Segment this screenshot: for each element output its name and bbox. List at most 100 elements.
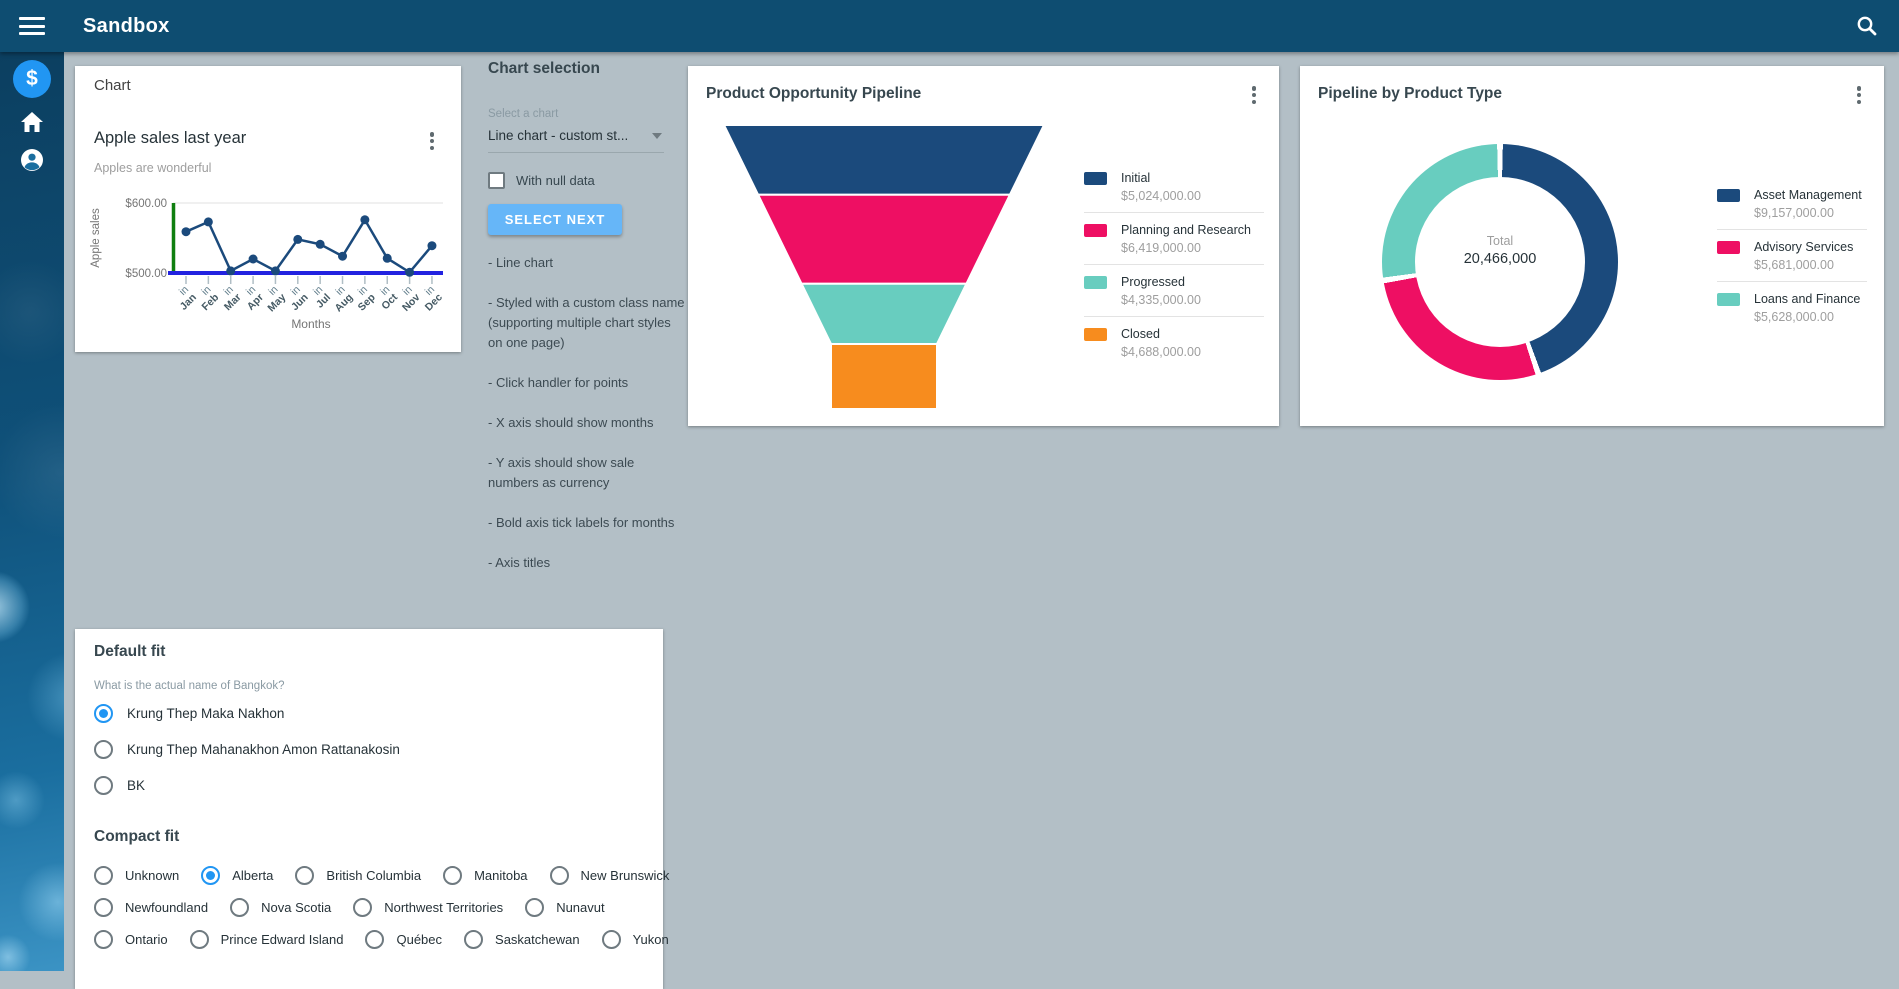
radio-option-manitoba[interactable]: Manitoba [443,866,527,885]
chart-note: - Click handler for points [488,373,686,393]
legend-swatch [1717,241,1740,254]
pipeline-funnel-chart[interactable] [688,66,1088,426]
with-null-data-option[interactable]: With null data [488,172,686,189]
radio-option-new-brunswick[interactable]: New Brunswick [550,866,670,885]
radio-button[interactable] [525,898,544,917]
sidebar-item-home[interactable] [0,111,64,133]
chart-note: - Y axis should show sale numbers as cur… [488,453,686,493]
radio-button[interactable] [602,930,621,949]
home-icon [20,111,44,133]
chart-note: - X axis should show months [488,413,686,433]
radio-option-quebec[interactable]: Québec [365,930,442,949]
default-fit-heading: Default fit [94,643,165,661]
legend-item-planning[interactable]: Planning and Research $6,419,000.00 [1084,212,1264,264]
appbar: Sandbox [0,0,1899,52]
radio-label: Northwest Territories [384,900,503,915]
compact-fit-heading: Compact fit [94,828,179,846]
legend-swatch [1717,189,1740,202]
radio-label: Québec [396,932,442,947]
radio-option-unknown[interactable]: Unknown [94,866,179,885]
funnel-chart-card: Product Opportunity Pipeline Initial $5,… [688,66,1279,426]
radio-button[interactable] [550,866,569,885]
select-chart-label: Select a chart [488,108,686,120]
pipeline-donut-chart[interactable]: Total 20,466,000 [1382,144,1618,380]
quiz-card: Default fit What is the actual name of B… [75,629,663,989]
radio-label: Unknown [125,868,179,883]
svg-text:inJul: inJul [306,284,333,311]
radio-label: Saskatchewan [495,932,580,947]
null-data-checkbox-label: With null data [516,173,595,188]
radio-option-yukon[interactable]: Yukon [602,930,669,949]
chart-select-dropdown[interactable]: Line chart - custom st... [488,127,664,153]
search-icon[interactable] [1855,14,1879,38]
radio-option-bk[interactable]: BK [94,776,145,795]
radio-option-saskatchewan[interactable]: Saskatchewan [464,930,580,949]
select-next-button[interactable]: SELECT NEXT [488,204,622,235]
legend-item-advisory-services[interactable]: Advisory Services $5,681,000.00 [1717,229,1867,281]
null-data-checkbox[interactable] [488,172,505,189]
sidebar-item-account[interactable] [0,148,64,172]
svg-text:$500.00: $500.00 [125,268,167,280]
radio-option-newfoundland[interactable]: Newfoundland [94,898,208,917]
chart-note: - Axis titles [488,553,686,573]
legend-label: Asset Management [1754,188,1862,202]
radio-option-prince-edward-island[interactable]: Prince Edward Island [190,930,344,949]
radio-option-ontario[interactable]: Ontario [94,930,168,949]
radio-option-northwest-territories[interactable]: Northwest Territories [353,898,503,917]
legend-item-progressed[interactable]: Progressed $4,335,000.00 [1084,264,1264,316]
radio-label: Krung Thep Mahanakhon Amon Rattanakosin [127,742,400,757]
kebab-menu-icon[interactable] [1850,84,1868,106]
radio-button[interactable] [353,898,372,917]
radio-label: British Columbia [326,868,421,883]
legend-swatch [1717,293,1740,306]
radio-option-krung-thep-mahanakhon[interactable]: Krung Thep Mahanakhon Amon Rattanakosin [94,740,400,759]
radio-label: Krung Thep Maka Nakhon [127,706,284,721]
legend-item-closed[interactable]: Closed $4,688,000.00 [1084,316,1264,368]
svg-text:Apple sales: Apple sales [90,208,102,268]
apple-sales-line-chart[interactable]: $600.00$500.00Apple salesinJaninFebinMar… [75,66,461,352]
donut-card-title: Pipeline by Product Type [1318,85,1502,103]
radio-label: Nunavut [556,900,604,915]
legend-label: Planning and Research [1121,223,1251,237]
kebab-menu-icon[interactable] [1245,84,1263,106]
radio-button[interactable] [94,866,113,885]
line-chart-card: Chart Apple sales last year Apples are w… [75,66,461,352]
chart-notes: - Line chart - Styled with a custom clas… [488,253,686,573]
legend-item-initial[interactable]: Initial $5,024,000.00 [1084,161,1264,212]
radio-button[interactable] [94,930,113,949]
radio-option-nova-scotia[interactable]: Nova Scotia [230,898,331,917]
radio-option-nunavut[interactable]: Nunavut [525,898,604,917]
radio-button[interactable] [230,898,249,917]
legend-value: $5,628,000.00 [1754,310,1860,324]
chart-selection-heading: Chart selection [488,60,686,78]
legend-value: $4,688,000.00 [1121,345,1201,359]
radio-label: Manitoba [474,868,527,883]
radio-button[interactable] [365,930,384,949]
radio-label: Ontario [125,932,168,947]
radio-button[interactable] [201,866,220,885]
chart-note: - Styled with a custom class name (suppo… [488,293,686,353]
legend-item-asset-management[interactable]: Asset Management $9,157,000.00 [1717,178,1867,229]
sidebar-item-sales[interactable]: $ [0,60,64,98]
legend-swatch [1084,172,1107,185]
menu-icon[interactable] [19,17,45,35]
app-title: Sandbox [83,15,170,38]
legend-item-loans-finance[interactable]: Loans and Finance $5,628,000.00 [1717,281,1867,333]
dollar-icon: $ [13,60,51,98]
radio-option-krung-thep-maka-nakhon[interactable]: Krung Thep Maka Nakhon [94,704,284,723]
radio-button[interactable] [94,704,113,723]
radio-button[interactable] [94,740,113,759]
svg-text:inJan: inJan [170,284,199,313]
radio-button[interactable] [295,866,314,885]
radio-option-alberta[interactable]: Alberta [201,866,273,885]
radio-button[interactable] [443,866,462,885]
compact-row-2: Newfoundland Nova Scotia Northwest Terri… [94,898,627,917]
radio-button[interactable] [94,776,113,795]
radio-option-british-columbia[interactable]: British Columbia [295,866,421,885]
radio-button[interactable] [190,930,209,949]
radio-button[interactable] [464,930,483,949]
legend-swatch [1084,224,1107,237]
donut-chart-card: Pipeline by Product Type Total 20,466,00… [1300,66,1884,426]
donut-total-label: Total [1487,234,1513,248]
radio-button[interactable] [94,898,113,917]
